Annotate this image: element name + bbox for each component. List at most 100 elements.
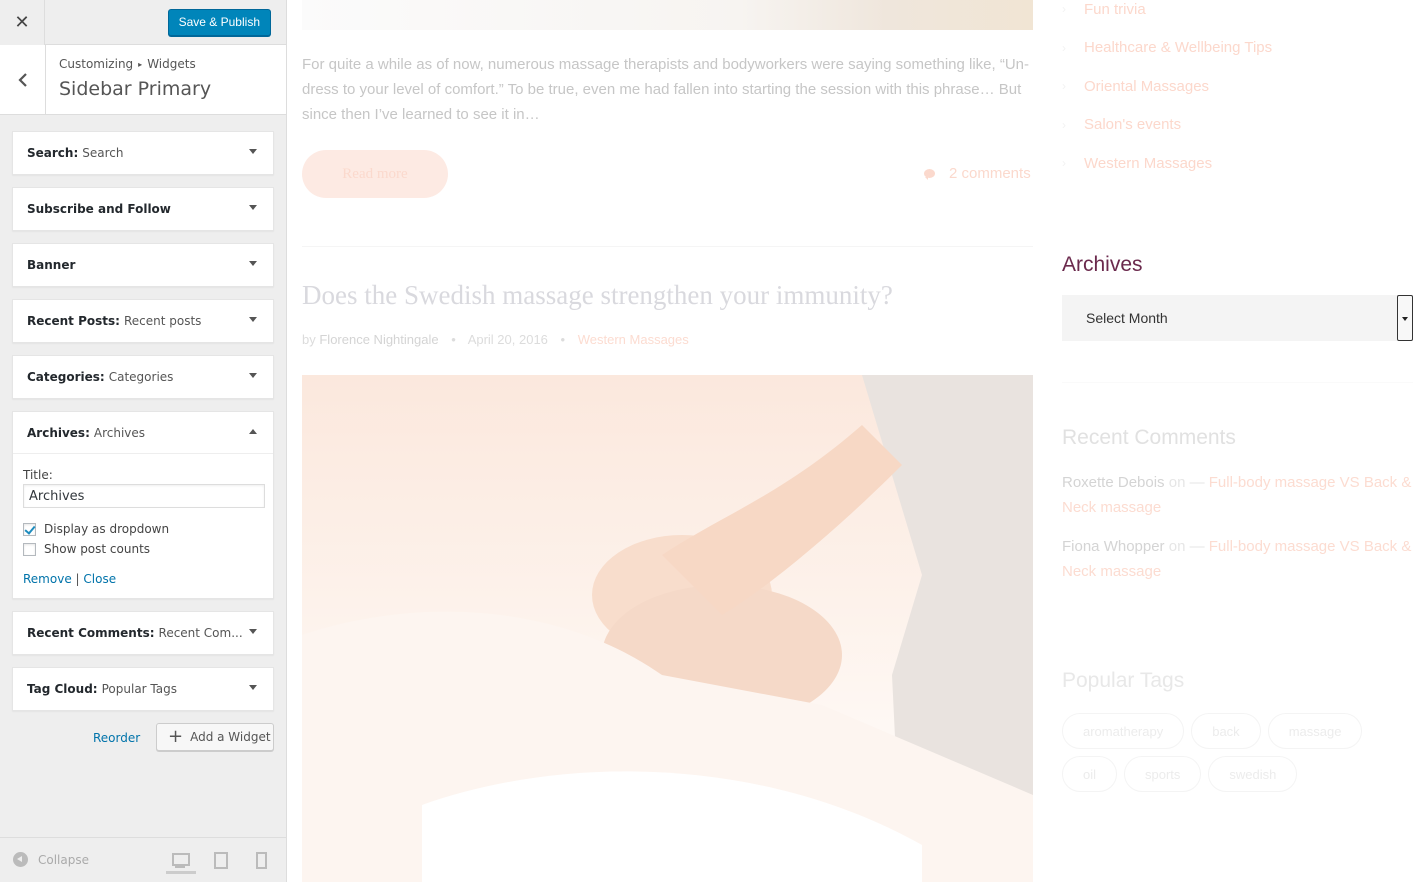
collapse-arrow-icon[interactable]: [249, 429, 257, 434]
comment-on: on —: [1168, 474, 1205, 491]
category-link[interactable]: › Healthcare & Wellbeing Tips: [1062, 29, 1272, 68]
widget-title: Popular Tags: [101, 682, 177, 696]
widget-archives[interactable]: Archives: Archives Title: Display as dro…: [12, 411, 274, 599]
tag-link[interactable]: back: [1191, 713, 1261, 749]
dropdown-arrow-icon[interactable]: [1397, 295, 1413, 341]
widget-recent-comments[interactable]: Recent Comments: Recent Com...: [12, 611, 274, 655]
read-more-button[interactable]: Read more: [302, 150, 448, 198]
tag-link[interactable]: massage: [1267, 713, 1363, 749]
tablet-icon[interactable]: [206, 850, 236, 874]
widget-header[interactable]: Categories: Categories: [13, 356, 273, 398]
meta-dot: •: [560, 332, 566, 347]
show-counts-checkbox[interactable]: [23, 542, 36, 556]
show-counts-label: Show post counts: [44, 542, 151, 556]
meta-category[interactable]: Western Massages: [578, 332, 689, 347]
expand-arrow-icon[interactable]: [249, 261, 257, 266]
widget-subscribe-follow[interactable]: Subscribe and Follow: [12, 187, 274, 231]
actions-divider: |: [75, 572, 80, 586]
comment-author: Roxette Debois: [1062, 474, 1165, 491]
display-dropdown-option[interactable]: Display as dropdown: [23, 522, 263, 536]
widget-categories[interactable]: Categories: Categories: [12, 355, 274, 399]
expand-arrow-icon[interactable]: [249, 205, 257, 210]
category-link-label: Oriental Massages: [1084, 77, 1210, 95]
expand-arrow-icon[interactable]: [249, 149, 257, 154]
widget-title: Archives: [93, 425, 146, 440]
widget-title: Categories: [108, 370, 174, 384]
breadcrumb-current: Widgets: [147, 57, 196, 71]
remove-link[interactable]: Remove: [23, 572, 72, 586]
device-preview-switcher: [156, 850, 276, 874]
comment-bubble-icon: [924, 169, 935, 180]
add-widget-button[interactable]: + Add a Widget: [156, 723, 274, 751]
back-arrow-icon[interactable]: [0, 45, 46, 114]
category-link[interactable]: › Fun trivia: [1062, 0, 1272, 29]
widget-header[interactable]: Tag Cloud: Popular Tags: [13, 668, 273, 710]
archives-month-select[interactable]: Select Month: [1062, 295, 1413, 341]
widget-header[interactable]: Subscribe and Follow: [13, 188, 273, 230]
reorder-link[interactable]: Reorder: [93, 731, 140, 745]
expand-arrow-icon[interactable]: [249, 317, 257, 322]
tag-link[interactable]: oil: [1062, 756, 1118, 792]
chevron-right-icon: ›: [1062, 156, 1066, 171]
widget-header[interactable]: Search: Search: [13, 132, 273, 174]
widget-name: Categories:: [27, 370, 105, 384]
widget-banner[interactable]: Banner: [12, 243, 274, 287]
meta-date: April 20, 2016: [467, 332, 548, 347]
widget-header[interactable]: Recent Posts: Recent posts: [13, 300, 273, 342]
close-icon[interactable]: ✕: [0, 0, 45, 45]
comments-link[interactable]: 2 comments: [924, 165, 1031, 182]
breadcrumb-separator-icon: ▸: [138, 60, 143, 69]
title-input[interactable]: [23, 484, 265, 508]
display-dropdown-checkbox[interactable]: [23, 522, 36, 536]
widget-name: Archives:: [27, 425, 90, 440]
customizer-panel: ✕ Save & Publish Customizing ▸ Widgets Sid…: [0, 0, 287, 882]
collapse-button[interactable]: Collapse: [13, 852, 89, 867]
tag-link[interactable]: swedish: [1208, 756, 1298, 792]
category-link[interactable]: › Western Massages: [1062, 144, 1272, 183]
category-link-label: Healthcare & Wellbeing Tips: [1084, 39, 1273, 57]
post-excerpt: For quite a while as of now, numerous ma…: [302, 56, 1030, 123]
widget-title: Recent posts: [123, 314, 202, 328]
tag-cloud: aromatherapy back massage oil sports swe…: [1062, 713, 1402, 799]
tag-link[interactable]: aromatherapy: [1062, 713, 1185, 749]
widget-search[interactable]: Search: Search: [12, 131, 274, 175]
display-dropdown-label: Display as dropdown: [44, 522, 170, 536]
section-title: Sidebar Primary: [59, 78, 212, 100]
mobile-icon[interactable]: [246, 850, 276, 874]
previous-post-image: [302, 0, 1033, 30]
category-link[interactable]: › Oriental Massages: [1062, 67, 1272, 106]
widget-name: Recent Comments:: [27, 626, 155, 640]
widget-header[interactable]: Banner: [13, 244, 273, 286]
meta-author[interactable]: Florence Nightingale: [319, 332, 438, 347]
archives-select-value: Select Month: [1086, 310, 1168, 326]
show-counts-option[interactable]: Show post counts: [23, 542, 263, 556]
archives-widget-title: Archives: [1062, 253, 1143, 276]
widget-recent-posts[interactable]: Recent Posts: Recent posts: [12, 299, 274, 343]
widget-list: Search: Search Subscribe and Follow Bann…: [0, 115, 286, 753]
widget-tag-cloud[interactable]: Tag Cloud: Popular Tags: [12, 667, 274, 711]
save-publish-button[interactable]: Save & Publish: [167, 9, 271, 36]
desktop-icon[interactable]: [166, 850, 196, 874]
post-title[interactable]: Does the Swedish massage strengthen your…: [302, 280, 893, 311]
meta-dot: •: [451, 332, 456, 347]
expand-arrow-icon[interactable]: [249, 685, 257, 690]
widget-title: Recent Com...: [158, 626, 243, 640]
chevron-right-icon: ›: [1062, 40, 1066, 55]
expand-arrow-icon[interactable]: [249, 373, 257, 378]
expand-arrow-icon[interactable]: [249, 629, 257, 634]
widget-footer: Reorder + Add a Widget: [12, 723, 274, 753]
close-link[interactable]: Close: [83, 572, 116, 586]
site-preview: For quite a while as of now, numerous ma…: [287, 0, 1427, 882]
category-link-label: Fun trivia: [1084, 0, 1146, 18]
chevron-right-icon: ›: [1062, 117, 1066, 132]
recent-comments-title: Recent Comments: [1062, 426, 1236, 449]
popular-tags-title: Popular Tags: [1062, 669, 1185, 692]
widget-header[interactable]: Archives: Archives: [13, 412, 273, 454]
widget-name: Search:: [27, 146, 79, 160]
category-link[interactable]: › Salon's events: [1062, 106, 1272, 145]
tag-link[interactable]: sports: [1124, 756, 1202, 792]
customizer-footer: Collapse: [0, 837, 286, 882]
widget-separator: [1062, 382, 1413, 383]
chevron-right-icon: ›: [1062, 79, 1066, 94]
widget-header[interactable]: Recent Comments: Recent Com...: [13, 612, 273, 654]
